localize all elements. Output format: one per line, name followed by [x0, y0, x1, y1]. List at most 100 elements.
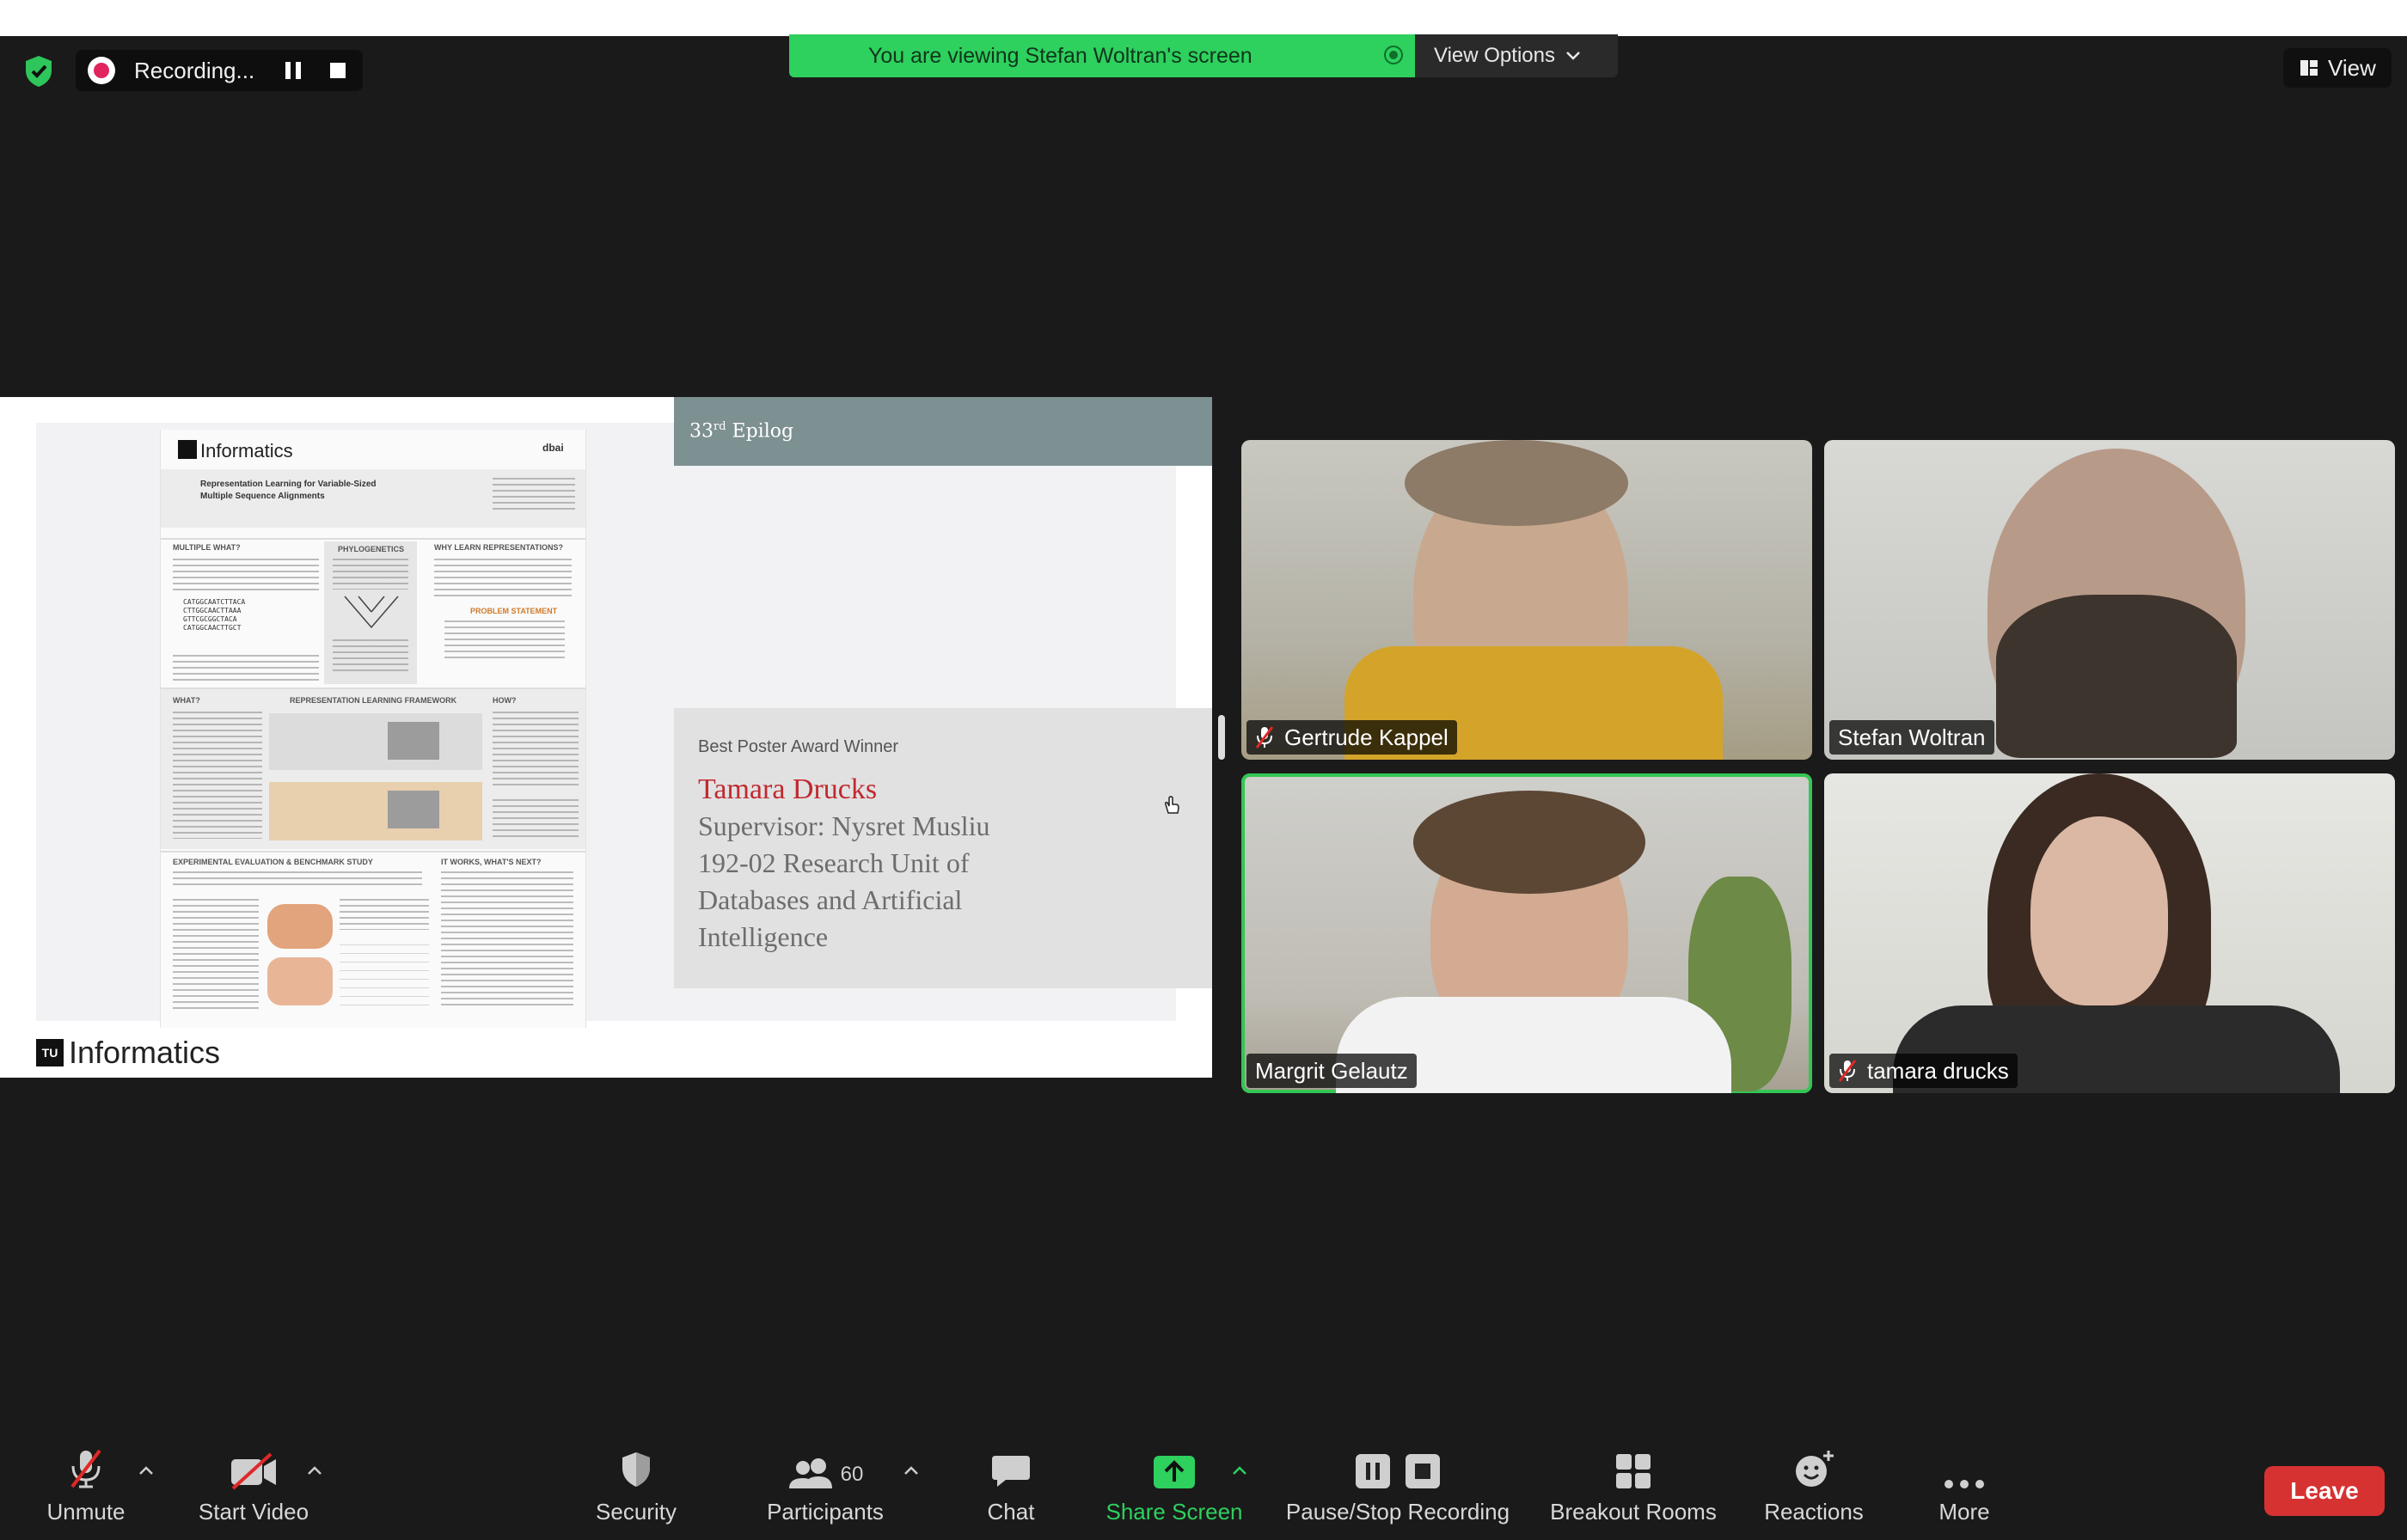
video-off-icon [231, 1452, 276, 1490]
epilog-header-bar: 33rd Epilog [674, 397, 1212, 466]
poster-problem-label: PROBLEM STATEMENT [470, 607, 558, 615]
shared-screen[interactable]: Informatics dbai Representation Learning… [0, 397, 1212, 1078]
poster-text-5 [434, 559, 572, 596]
supervisor-line: Intelligence [698, 921, 829, 952]
breakout-rooms-button[interactable]: Breakout Rooms [1544, 1440, 1723, 1540]
poster-text-11 [173, 899, 259, 1011]
screen-share-status-icon [1384, 46, 1403, 64]
supervisor-line: 192-02 Research Unit of [698, 847, 970, 878]
poster-section-6: HOW? [493, 696, 517, 705]
poster-text-1 [173, 559, 319, 595]
participant-name: tamara drucks [1867, 1057, 2009, 1084]
recording-indicator: Recording... [76, 50, 363, 91]
poster-title-line2: Multiple Sequence Alignments [200, 492, 325, 501]
poster-text-12 [340, 899, 429, 930]
poster-text-3 [333, 559, 408, 590]
leave-button[interactable]: Leave [2264, 1466, 2385, 1516]
chat-button[interactable]: Chat [968, 1440, 1054, 1540]
phylogenetic-tree-icon [344, 596, 399, 629]
participant-name: Stefan Woltran [1838, 724, 1986, 750]
split-resize-handle[interactable] [1218, 715, 1225, 760]
poster-section-1: MULTIPLE WHAT? [173, 543, 241, 552]
participants-button[interactable]: 60 Participants [756, 1440, 894, 1540]
poster-text-7 [173, 712, 262, 839]
more-label: More [1938, 1499, 1990, 1525]
more-ellipsis-icon [1945, 1480, 1984, 1488]
participant-beard [1996, 595, 2237, 758]
unmute-label: Unmute [46, 1499, 126, 1525]
poster-text-6 [444, 620, 565, 662]
recording-label: Recording... [134, 57, 255, 83]
share-screen-options-caret-icon[interactable] [1231, 1464, 1248, 1476]
participant-name: Gertrude Kappel [1284, 724, 1448, 750]
stop-icon [1406, 1454, 1440, 1488]
chat-label: Chat [987, 1499, 1035, 1525]
poster-scatter-plot-2 [267, 957, 333, 1005]
encryption-shield-icon[interactable] [21, 53, 57, 89]
poster-results-table [340, 937, 429, 1009]
security-shield-icon [622, 1452, 650, 1487]
hand-cursor-icon [1165, 796, 1179, 814]
video-tile-stefan-woltran[interactable]: Stefan Woltran [1824, 440, 2395, 760]
view-layout-button[interactable]: View [2283, 48, 2392, 88]
breakout-rooms-label: Breakout Rooms [1550, 1499, 1717, 1525]
stop-recording-icon[interactable] [330, 63, 346, 78]
video-options-caret-icon[interactable] [306, 1464, 323, 1476]
supervisor-text: Supervisor: Nysret Musliu 192-02 Researc… [698, 808, 1059, 956]
video-tile-gertrude-kappel[interactable]: Gertrude Kappel [1241, 440, 1812, 760]
top-white-strip [0, 0, 2407, 36]
poster-text-13 [441, 871, 573, 1009]
participant-face-front [2030, 816, 2168, 1005]
reactions-button[interactable]: Reactions [1754, 1440, 1874, 1540]
gallery-view-icon [2300, 60, 2318, 76]
muted-mic-icon [70, 1449, 101, 1488]
reactions-label: Reactions [1764, 1499, 1864, 1525]
participant-name-tag: Margrit Gelautz [1246, 1054, 1417, 1088]
award-label: Best Poster Award Winner [698, 737, 899, 756]
poster-diagram-top [269, 713, 482, 770]
participants-label: Participants [767, 1499, 884, 1525]
more-button[interactable]: More [1917, 1440, 2012, 1540]
share-screen-button[interactable]: Share Screen [1097, 1440, 1252, 1540]
participant-hair [1413, 791, 1645, 894]
breakout-rooms-grid-icon [1616, 1454, 1651, 1488]
poster-section-4: WHAT? [173, 696, 200, 705]
muted-mic-icon [1838, 1060, 1857, 1082]
security-button[interactable]: Security [585, 1440, 688, 1540]
poster-diagram-bottom [269, 782, 482, 840]
poster-section-2: PHYLOGENETICS [338, 545, 405, 553]
poster-diagram-node-2 [388, 791, 439, 828]
poster-text-9 [493, 799, 579, 839]
meeting-toolbar: Unmute Start Video Security 60 Participa… [0, 1440, 2407, 1540]
poster-text-2 [173, 655, 319, 682]
poster-alignment-block: CATGGCAATCTTACA CTTGGCAACTTAAA GTTCGCGGCTA… [183, 598, 246, 632]
participants-count: 60 [840, 1463, 864, 1486]
start-video-label: Start Video [198, 1499, 309, 1525]
banner-text: You are viewing Stefan Woltran's screen [868, 43, 1252, 68]
poster-title-line1: Representation Learning for Variable-Siz… [200, 480, 377, 489]
video-tile-margrit-gelautz[interactable]: Margrit Gelautz [1241, 773, 1812, 1093]
participants-options-caret-icon[interactable] [903, 1464, 920, 1476]
audio-options-caret-icon[interactable] [138, 1464, 155, 1476]
pause-stop-recording-button[interactable]: Pause/Stop Recording [1277, 1440, 1518, 1540]
viewing-screen-banner: You are viewing Stefan Woltran's screen [789, 34, 1415, 77]
poster-divider-3 [161, 851, 585, 852]
participant-name-tag: Stefan Woltran [1829, 720, 1994, 755]
start-video-button[interactable]: Start Video [189, 1440, 318, 1540]
chevron-down-icon [1566, 52, 1580, 60]
unmute-button[interactable]: Unmute [34, 1440, 138, 1540]
pause-recording-icon[interactable] [285, 62, 302, 79]
view-options-label: View Options [1434, 44, 1555, 67]
view-options-button[interactable]: View Options [1415, 34, 1618, 77]
poster-section-7: EXPERIMENTAL EVALUATION & BENCHMARK STUD… [173, 858, 373, 866]
record-icon [88, 57, 115, 84]
poster-thumbnail: Informatics dbai Representation Learning… [160, 430, 586, 1028]
pause-stop-label: Pause/Stop Recording [1285, 1499, 1510, 1525]
video-tile-tamara-drucks[interactable]: tamara drucks [1824, 773, 2395, 1093]
slide-footer-brand: Informatics [69, 1035, 221, 1070]
poster-text-10 [173, 871, 422, 889]
award-box: Best Poster Award Winner Tamara Drucks S… [674, 708, 1212, 988]
poster-section-3: WHY LEARN REPRESENTATIONS? [434, 543, 564, 552]
poster-section-8: IT WORKS, WHAT'S NEXT? [441, 858, 542, 866]
poster-scatter-plot-1 [267, 904, 333, 949]
